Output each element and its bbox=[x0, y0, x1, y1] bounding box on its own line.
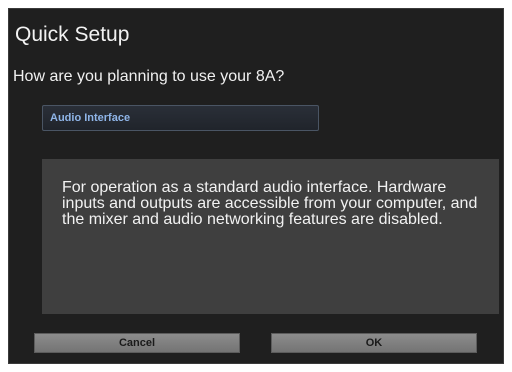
usage-mode-selected-value: Audio Interface bbox=[50, 112, 131, 124]
mode-description-panel: For operation as a standard audio interf… bbox=[42, 159, 499, 314]
ok-button[interactable]: OK bbox=[271, 333, 477, 353]
usage-question: How are you planning to use your 8A? bbox=[13, 68, 285, 85]
quick-setup-dialog: Quick Setup How are you planning to use … bbox=[8, 8, 504, 364]
dialog-title: Quick Setup bbox=[15, 23, 130, 46]
mode-description-text: For operation as a standard audio interf… bbox=[62, 179, 478, 228]
usage-mode-select[interactable]: Audio Interface bbox=[42, 105, 319, 131]
cancel-button[interactable]: Cancel bbox=[34, 333, 240, 353]
